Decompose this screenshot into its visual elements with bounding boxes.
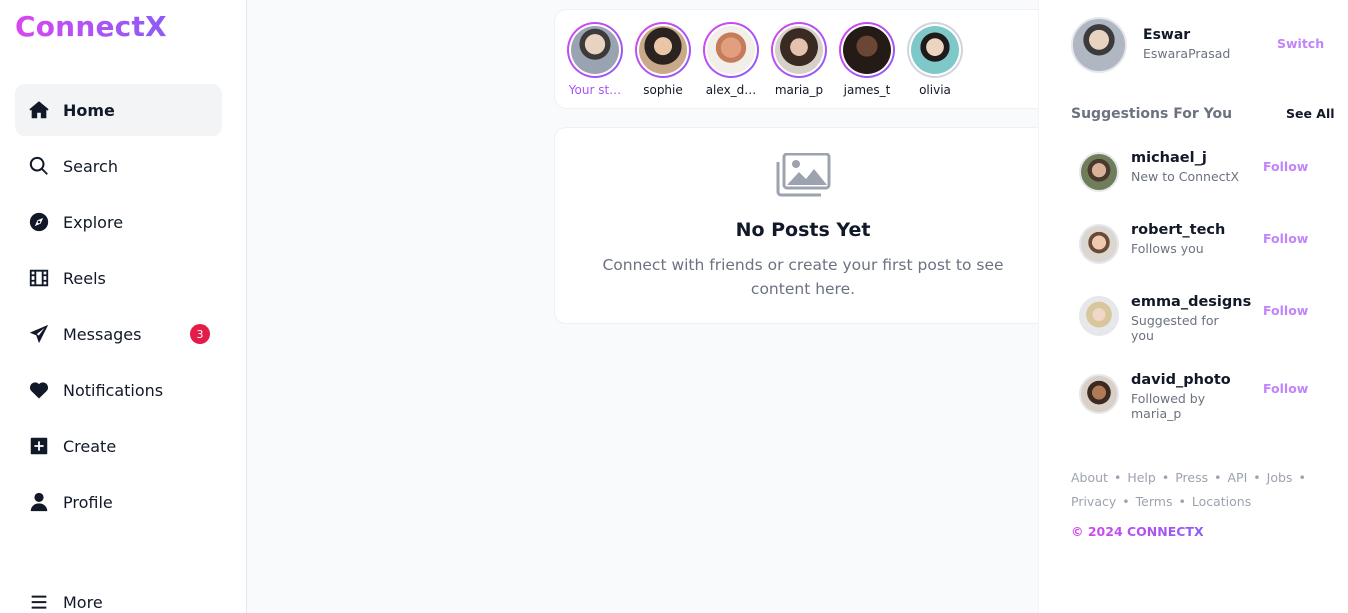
sidebar-item-notifications[interactable]: Notifications — [15, 364, 222, 416]
sidebar-item-home[interactable]: Home — [15, 84, 222, 136]
sidebar-item-label: More — [63, 592, 103, 612]
story-name: maria_p — [774, 83, 824, 97]
suggestion-reason: New to ConnectX — [1131, 169, 1240, 184]
sidebar-item-label: Profile — [63, 492, 113, 512]
avatar[interactable] — [1079, 296, 1119, 336]
heart-icon — [27, 378, 51, 402]
film-icon — [27, 266, 51, 290]
images-icon — [776, 153, 831, 197]
story-ring — [839, 22, 895, 78]
sidebar-item-label: Search — [63, 156, 118, 176]
follow-button[interactable]: Follow — [1263, 231, 1308, 246]
story-ring — [771, 22, 827, 78]
sidebar-item-label: Notifications — [63, 380, 164, 400]
story-item[interactable]: maria_p — [769, 22, 829, 97]
sidebar-item-more[interactable]: More — [15, 576, 222, 613]
story-ring — [907, 22, 963, 78]
menu-icon — [27, 590, 51, 613]
compass-icon — [27, 210, 51, 234]
story-item[interactable]: sophie — [633, 22, 693, 97]
suggestion-username[interactable]: michael_j — [1131, 150, 1207, 166]
suggestion-reason: Follows you — [1131, 241, 1204, 256]
account-handle: EswaraPrasad — [1143, 46, 1231, 61]
follow-button[interactable]: Follow — [1263, 159, 1308, 174]
footer-link-privacy[interactable]: Privacy — [1071, 494, 1116, 509]
app-logo[interactable]: ConnectX — [15, 10, 167, 43]
right-panel: Eswar EswaraPrasad Switch Suggestions Fo… — [1038, 0, 1348, 613]
footer-link-locations[interactable]: Locations — [1192, 494, 1251, 509]
empty-feed-title: No Posts Yet — [735, 219, 871, 241]
see-all-button[interactable]: See All — [1286, 106, 1335, 121]
story-name: james_t — [843, 83, 891, 97]
sidebar-item-reels[interactable]: Reels — [15, 252, 222, 304]
switch-account-button[interactable]: Switch — [1277, 36, 1324, 51]
story-item[interactable]: alex_d… — [701, 22, 761, 97]
story-name: sophie — [643, 83, 683, 97]
empty-feed-text: Connect with friends or create your firs… — [602, 256, 1004, 298]
avatar — [571, 26, 619, 74]
sidebar: ConnectX Home Search Explore Reels Messa… — [0, 0, 247, 613]
suggestion-reason: Followed by maria_p — [1131, 391, 1206, 421]
avatar[interactable] — [1071, 17, 1127, 73]
footer-link-api[interactable]: API — [1228, 470, 1248, 485]
suggestion-username[interactable]: emma_designs — [1131, 294, 1251, 310]
footer-link-help[interactable]: Help — [1127, 470, 1156, 485]
avatar[interactable] — [1079, 374, 1119, 414]
paper-plane-icon — [27, 322, 51, 346]
story-ring — [703, 22, 759, 78]
avatar — [707, 26, 755, 74]
follow-button[interactable]: Follow — [1263, 303, 1308, 318]
suggestion-username[interactable]: david_photo — [1131, 372, 1231, 388]
story-name: Your st… — [568, 83, 622, 97]
suggestion-reason: Suggested for you — [1131, 313, 1219, 343]
story-own[interactable]: Your st… — [565, 22, 625, 97]
account-name[interactable]: Eswar — [1143, 27, 1190, 43]
plus-square-icon — [27, 434, 51, 458]
avatar — [775, 26, 823, 74]
home-icon — [27, 98, 51, 122]
story-name: alex_d… — [705, 83, 757, 97]
story-item[interactable]: james_t — [837, 22, 897, 97]
sidebar-item-label: Home — [63, 100, 115, 120]
footer-link-about[interactable]: About — [1071, 470, 1108, 485]
search-icon — [27, 154, 51, 178]
story-name: olivia — [919, 83, 951, 97]
suggestion-username[interactable]: robert_tech — [1131, 222, 1225, 238]
footer-links: About • Help • Press • API • Jobs • Privacy • Terms… — [1071, 470, 1306, 509]
sidebar-item-profile[interactable]: Profile — [15, 476, 222, 528]
sidebar-item-create[interactable]: Create — [15, 420, 222, 472]
sidebar-item-messages[interactable]: Messages 3 — [15, 308, 222, 360]
sidebar-item-explore[interactable]: Explore — [15, 196, 222, 248]
footer-link-press[interactable]: Press — [1175, 470, 1208, 485]
avatar — [639, 26, 687, 74]
footer-link-jobs[interactable]: Jobs — [1267, 470, 1293, 485]
sidebar-item-search[interactable]: Search — [15, 140, 222, 192]
suggestions-title: Suggestions For You — [1071, 106, 1233, 122]
avatar — [843, 26, 891, 74]
sidebar-item-label: Messages — [63, 324, 142, 344]
footer-link-terms[interactable]: Terms — [1136, 494, 1173, 509]
sidebar-item-label: Create — [63, 436, 117, 456]
sidebar-item-label: Reels — [63, 268, 106, 288]
copyright: © 2024 CONNECTX — [1071, 524, 1204, 539]
story-ring — [635, 22, 691, 78]
messages-count-badge: 3 — [190, 324, 210, 344]
user-icon — [27, 490, 51, 514]
empty-feed-card: No Posts Yet Connect with friends or cre… — [554, 127, 1038, 324]
avatar[interactable] — [1079, 152, 1119, 192]
story-ring — [567, 22, 623, 78]
sidebar-item-label: Explore — [63, 212, 124, 232]
avatar[interactable] — [1079, 224, 1119, 264]
avatar — [911, 26, 959, 74]
story-item[interactable]: olivia — [905, 22, 965, 97]
stories-bar: Your st… sophie alex_d… maria_p james_t … — [554, 9, 1038, 109]
follow-button[interactable]: Follow — [1263, 381, 1308, 396]
